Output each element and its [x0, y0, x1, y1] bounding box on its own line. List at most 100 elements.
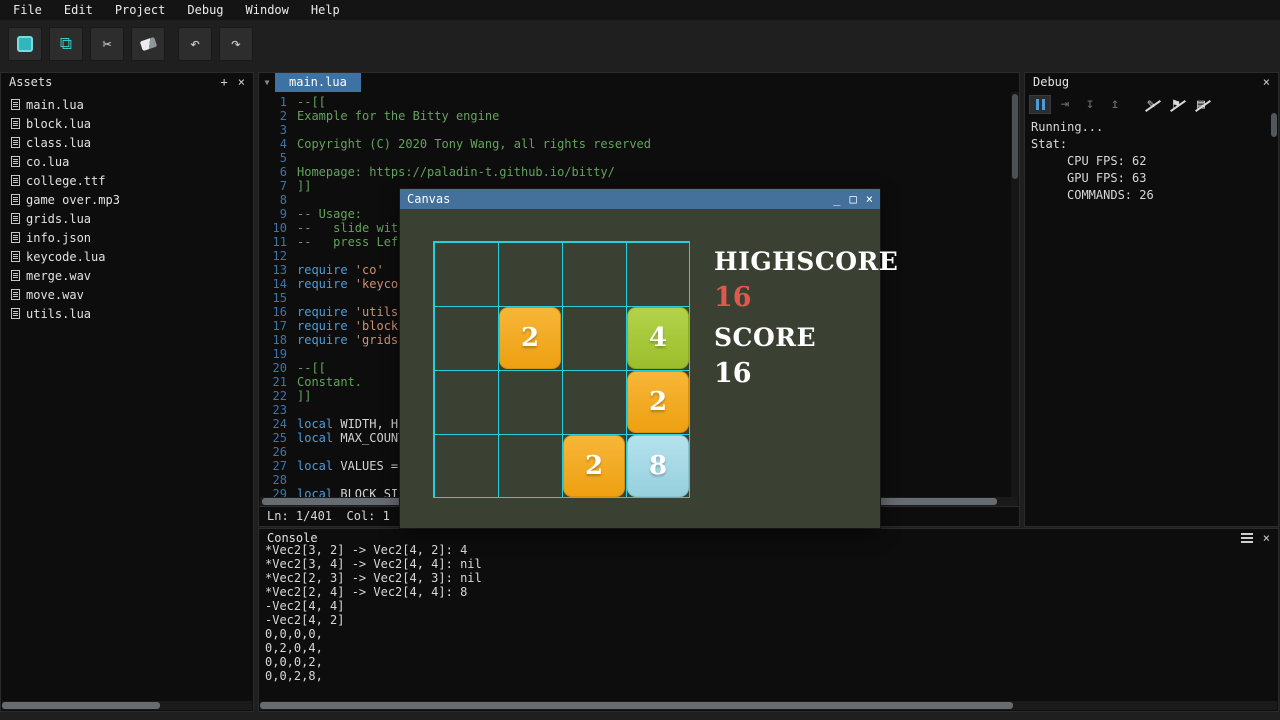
asset-label: main.lua	[26, 98, 84, 112]
menu-item-edit[interactable]: Edit	[53, 0, 104, 20]
console-hscroll-thumb[interactable]	[260, 702, 1013, 709]
asset-item[interactable]: college.ttf	[1, 171, 253, 190]
debug-panel: Debug × ⇥ ↧ ↥ ✎ ⚑ ▤ Running... Stat: CPU…	[1024, 72, 1279, 527]
code-token: BLOCK_SI	[340, 487, 398, 497]
step-over-button[interactable]: ⇥	[1054, 95, 1076, 114]
line-number: 15	[259, 291, 287, 305]
undo-icon: ↶	[190, 36, 200, 53]
line-number: 27	[259, 459, 287, 473]
asset-item[interactable]: utils.lua	[1, 304, 253, 323]
undo-button[interactable]: ↶	[178, 27, 212, 61]
code-token: --[[	[297, 361, 326, 375]
tab-label: main.lua	[289, 75, 347, 89]
add-asset-icon[interactable]: +	[221, 73, 228, 91]
asset-label: block.lua	[26, 117, 91, 131]
code-token: Example for the Bitty engine	[297, 109, 499, 123]
asset-item[interactable]: main.lua	[1, 95, 253, 114]
console-line: -Vec2[4, 4]	[265, 599, 1272, 613]
maximize-icon[interactable]: □	[850, 189, 857, 209]
debug-stat: CPU FPS: 62	[1031, 153, 1272, 170]
close-debug-icon[interactable]: ×	[1263, 73, 1270, 91]
asset-item[interactable]: merge.wav	[1, 266, 253, 285]
line-number: 11	[259, 235, 287, 249]
code-token: WIDTH, HE	[340, 417, 405, 431]
line-number: 19	[259, 347, 287, 361]
menu-item-project[interactable]: Project	[104, 0, 177, 20]
debug-toolbar: ⇥ ↧ ↥ ✎ ⚑ ▤	[1025, 91, 1278, 117]
asset-label: utils.lua	[26, 307, 91, 321]
console-line: 0,2,0,4,	[265, 641, 1272, 655]
close-assets-icon[interactable]: ×	[238, 73, 245, 91]
redo-button[interactable]: ↷	[219, 27, 253, 61]
code-token: --[[	[297, 95, 326, 109]
step-into-button[interactable]: ↧	[1079, 95, 1101, 114]
tab-list-dropdown-icon[interactable]: ▼	[259, 78, 275, 87]
line-number: 6	[259, 165, 287, 179]
toggle-breakpoint-button[interactable]: ✎	[1140, 95, 1162, 114]
eraser-icon	[139, 37, 156, 51]
code-token: require	[297, 333, 355, 347]
editor-vscrollbar	[1011, 92, 1019, 497]
line-number: 20	[259, 361, 287, 375]
code-token: -- Usage:	[297, 207, 362, 221]
assets-list: main.lua block.lua class.lua co.luacollege.…	[1, 91, 253, 323]
debug-vscroll-thumb[interactable]	[1271, 113, 1277, 137]
menu-item-file[interactable]: File	[2, 0, 53, 20]
disable-breakpoints-button[interactable]: ⚑	[1165, 95, 1187, 114]
canvas-titlebar[interactable]: Canvas _ □ ×	[400, 189, 880, 209]
line-number: 1	[259, 95, 287, 109]
asset-item[interactable]: co.lua	[1, 152, 253, 171]
disable-breakpoints-icon: ⚑	[1172, 98, 1180, 111]
code-token: require	[297, 319, 355, 333]
game-tile: 2	[627, 371, 689, 433]
code-token: Constant.	[297, 375, 362, 389]
asset-item[interactable]: info.json	[1, 228, 253, 247]
asset-label: move.wav	[26, 288, 84, 302]
asset-item[interactable]: block.lua	[1, 114, 253, 133]
assets-hscroll-thumb[interactable]	[2, 702, 160, 709]
asset-item[interactable]: game over.mp3	[1, 190, 253, 209]
copy-button[interactable]: ⧉	[49, 27, 83, 61]
code-token: 'grids	[355, 333, 398, 347]
game-canvas[interactable]: 24228 HIGHSCORE 16 SCORE 16	[400, 209, 880, 528]
cut-button[interactable]: ✂	[90, 27, 124, 61]
minimize-icon[interactable]: _	[833, 189, 840, 209]
canvas-title: Canvas	[407, 192, 450, 206]
console-menu-icon[interactable]	[1241, 533, 1253, 543]
asset-item[interactable]: move.wav	[1, 285, 253, 304]
code-line: 2Example for the Bitty engine	[259, 109, 1019, 123]
run-button[interactable]	[8, 27, 42, 61]
pause-button[interactable]	[1029, 95, 1051, 114]
console-line: *Vec2[3, 4] -> Vec2[4, 4]: nil	[265, 557, 1272, 571]
step-out-button[interactable]: ↥	[1104, 95, 1126, 114]
eraser-button[interactable]	[131, 27, 165, 61]
asset-label: class.lua	[26, 136, 91, 150]
redo-icon: ↷	[231, 36, 241, 53]
toggle-breakpoint-icon: ✎	[1147, 98, 1155, 111]
menu-item-window[interactable]: Window	[235, 0, 300, 20]
line-number: 5	[259, 151, 287, 165]
close-canvas-icon[interactable]: ×	[866, 189, 873, 209]
asset-item[interactable]: class.lua	[1, 133, 253, 152]
menu-item-debug[interactable]: Debug	[176, 0, 234, 20]
tab-main-lua[interactable]: main.lua	[275, 73, 361, 92]
highscore-label: HIGHSCORE	[714, 247, 898, 276]
line-number: 7	[259, 179, 287, 193]
code-token: Copyright (C) 2020 Tony Wang, all rights…	[297, 137, 651, 151]
code-token: local	[297, 487, 340, 497]
debug-stat: COMMANDS: 26	[1031, 187, 1272, 204]
file-icon	[11, 99, 20, 110]
menu-item-help[interactable]: Help	[300, 0, 351, 20]
asset-item[interactable]: grids.lua	[1, 209, 253, 228]
console-lines: *Vec2[3, 2] -> Vec2[4, 2]: 4*Vec2[3, 4] …	[259, 543, 1278, 701]
game-tile: 2	[499, 307, 561, 369]
assets-panel: Assets + × main.luablock.luaclass.luaco.…	[0, 72, 254, 712]
editor-vscroll-thumb[interactable]	[1012, 94, 1018, 179]
line-number: 13	[259, 263, 287, 277]
file-icon	[11, 308, 20, 319]
pause-icon	[1036, 99, 1045, 110]
clear-breakpoints-button[interactable]: ▤	[1190, 95, 1212, 114]
asset-item[interactable]: keycode.lua	[1, 247, 253, 266]
highscore-value: 16	[714, 282, 898, 313]
game-tile: 8	[627, 435, 689, 497]
